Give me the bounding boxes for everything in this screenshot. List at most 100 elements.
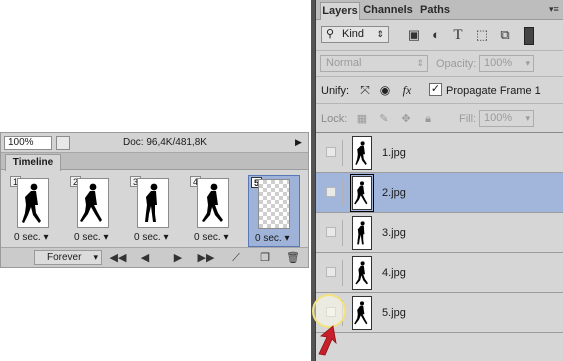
timeline-controls: Forever ▾ ◀◀ ◀ ▶ ▶▶ ⟋ ❐ 🗑 [1, 247, 308, 267]
frame-delay-select[interactable]: 0 sec. ▾ [74, 232, 120, 243]
pointer-arrow-icon [315, 324, 349, 356]
walking-figure-icon [354, 181, 368, 205]
zoom-level-field[interactable]: 100% [4, 136, 52, 150]
walking-figure-icon [357, 221, 365, 245]
lock-all-icon[interactable]: 🔒︎ [420, 111, 436, 127]
layers-panel-frame: Layers Channels Paths ▾≡ ⚲ Kind ⇕ ▣ ◐ T … [311, 0, 563, 361]
smart-object-filter-icon[interactable]: ⧉ [497, 27, 513, 43]
first-frame-icon[interactable]: ◀◀ [108, 251, 128, 265]
frame-thumbnail [77, 178, 109, 228]
walking-figure-icon [22, 183, 41, 223]
tab-channels[interactable]: Channels [363, 2, 413, 20]
layer-visibility-toggle[interactable] [319, 260, 343, 286]
layer-thumbnail [352, 296, 372, 330]
panel-menu-icon[interactable]: ▾≡ [549, 4, 559, 15]
propagate-frame-checkbox[interactable]: ✓ [429, 83, 442, 96]
lock-pixels-icon[interactable]: ✎ [376, 111, 392, 127]
visibility-box-icon [326, 187, 336, 197]
pixel-filter-icon[interactable]: ▣ [406, 27, 422, 43]
animation-frame-3[interactable]: 3 0 sec. ▾ [128, 175, 180, 247]
status-toggle-icon[interactable] [56, 136, 70, 150]
timeline-tab-bar: Timeline [1, 153, 308, 171]
layer-name: 2.jpg [382, 187, 406, 199]
tab-timeline[interactable]: Timeline [5, 154, 61, 171]
walking-figure-icon [145, 183, 158, 222]
shape-filter-icon[interactable]: ⬚ [474, 27, 490, 43]
layer-name: 4.jpg [382, 267, 406, 279]
layers-panel: Layers Channels Paths ▾≡ ⚲ Kind ⇕ ▣ ◐ T … [315, 0, 563, 361]
previous-frame-icon[interactable]: ◀ [135, 251, 155, 265]
loop-options-select[interactable]: Forever ▾ [34, 250, 102, 265]
walking-figure-icon [355, 141, 367, 165]
play-icon[interactable]: ▶ [168, 251, 188, 265]
fill-label: Fill: [459, 113, 477, 125]
layer-visibility-toggle[interactable] [319, 220, 343, 246]
tab-layers[interactable]: Layers [320, 2, 360, 20]
lock-row: Lock: ▦ ✎ ✥ 🔒︎ Fill: 100% ▾ [316, 103, 563, 133]
frame-delay-select[interactable]: 0 sec. ▾ [255, 233, 301, 244]
delete-frame-icon[interactable]: 🗑 [283, 251, 303, 265]
duplicate-frame-icon[interactable]: ❐ [255, 251, 275, 265]
animation-frame-4[interactable]: 4 0 sec. ▾ [188, 175, 240, 247]
layer-filter-row: ⚲ Kind ⇕ ▣ ◐ T ⬚ ⧉ [316, 20, 563, 50]
animation-frame-5[interactable]: 5 0 sec. ▾ [248, 175, 300, 247]
propagate-frame-label: Propagate Frame 1 [446, 85, 541, 97]
frame-thumbnail-transparent [258, 179, 290, 229]
walking-figure-icon [354, 301, 368, 325]
walking-figure-icon [355, 261, 368, 285]
layer-name: 3.jpg [382, 227, 406, 239]
panel-tab-bar: Layers Channels Paths ▾≡ [316, 0, 563, 20]
visibility-box-icon [326, 267, 336, 277]
opacity-field[interactable]: 100% ▾ [479, 55, 534, 72]
frame-thumbnail [17, 178, 49, 228]
unify-position-icon[interactable]: ⤧ [356, 82, 374, 98]
layer-row-3[interactable]: 3.jpg [316, 213, 563, 253]
filter-kind-select[interactable]: ⚲ Kind ⇕ [321, 26, 389, 43]
lock-position-icon[interactable]: ✥ [398, 111, 414, 127]
timeline-panel: 100% Doc: 96,4K/481,8K ▶ Timeline 1 0 se… [0, 132, 309, 268]
visibility-box-icon [326, 147, 336, 157]
layer-thumbnail [352, 136, 372, 170]
visibility-box-icon [326, 227, 336, 237]
walking-figure-icon [202, 183, 223, 222]
layer-row-2[interactable]: 2.jpg [316, 173, 563, 213]
frame-thumbnail [137, 178, 169, 228]
layer-thumbnail [350, 174, 374, 212]
layer-visibility-toggle[interactable] [319, 180, 343, 206]
fill-field[interactable]: 100% ▾ [479, 110, 534, 127]
layer-name: 5.jpg [382, 307, 406, 319]
frame-delay-select[interactable]: 0 sec. ▾ [134, 232, 180, 243]
tween-icon[interactable]: ⟋ [226, 251, 246, 265]
document-status-bar: 100% Doc: 96,4K/481,8K ▶ [1, 133, 308, 153]
layer-thumbnail [352, 256, 372, 290]
document-size-info: Doc: 96,4K/481,8K [123, 137, 207, 148]
layers-list-empty-area [316, 333, 563, 361]
animation-frame-2[interactable]: 2 0 sec. ▾ [68, 175, 120, 247]
highlight-circle [312, 294, 346, 328]
layer-row-5[interactable]: 5.jpg [316, 293, 563, 333]
next-frame-icon[interactable]: ▶▶ [196, 251, 216, 265]
status-menu-arrow-icon[interactable]: ▶ [295, 137, 302, 148]
search-icon: ⚲ [326, 28, 335, 40]
animation-frame-1[interactable]: 1 0 sec. ▾ [8, 175, 60, 247]
unify-row: Unify: ⤧ ◉ fx ✓ Propagate Frame 1 [316, 76, 563, 103]
chevron-updown-icon: ⇕ [376, 29, 384, 39]
unify-label: Unify: [321, 85, 350, 97]
unify-visibility-icon[interactable]: ◉ [376, 82, 394, 98]
layer-row-1[interactable]: 1.jpg [316, 133, 563, 173]
frame-thumbnail [197, 178, 229, 228]
frame-delay-select[interactable]: 0 sec. ▾ [14, 232, 60, 243]
type-filter-icon[interactable]: T [450, 27, 466, 43]
blend-mode-select[interactable]: Normal ⇕ [320, 55, 428, 72]
lock-transparency-icon[interactable]: ▦ [354, 111, 370, 127]
filter-toggle-switch[interactable] [524, 27, 534, 45]
tab-paths[interactable]: Paths [417, 2, 453, 20]
layer-name: 1.jpg [382, 147, 406, 159]
frame-delay-select[interactable]: 0 sec. ▾ [194, 232, 240, 243]
adjustment-filter-icon[interactable]: ◐ [428, 27, 444, 43]
walking-figure-icon [80, 183, 102, 222]
layer-row-4[interactable]: 4.jpg [316, 253, 563, 293]
blend-row: Normal ⇕ Opacity: 100% ▾ [316, 50, 563, 76]
layer-visibility-toggle[interactable] [319, 140, 343, 166]
unify-style-icon[interactable]: fx [398, 82, 416, 98]
